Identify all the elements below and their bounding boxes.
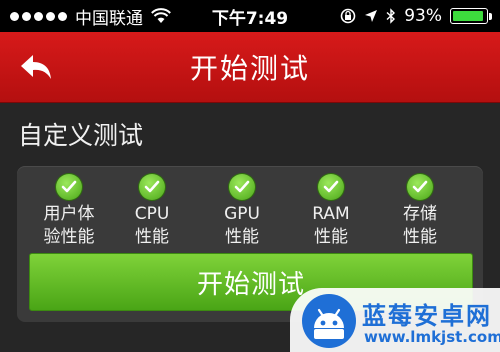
back-button[interactable]: [16, 51, 56, 83]
battery-icon: [450, 8, 492, 24]
status-time: 下午7:49: [211, 8, 289, 29]
carrier-name: 中国联通: [75, 8, 143, 29]
test-option-ram[interactable]: RAM 性能: [286, 174, 376, 249]
battery-percent: 93%: [404, 6, 442, 26]
test-option-cpu[interactable]: CPU 性能: [107, 174, 197, 249]
wifi-icon: [151, 8, 171, 23]
watermark-url: www.lmkjst.com: [364, 328, 500, 346]
checkmark-icon[interactable]: [318, 174, 344, 200]
page-title: 开始测试: [189, 52, 310, 85]
nav-header: 开始测试: [0, 32, 500, 103]
test-option-ux[interactable]: 用户体 验性能: [24, 174, 114, 249]
back-arrow-icon: [21, 55, 51, 79]
test-options-list: 用户体 验性能 CPU 性能 GPU 性能 RAM 性能 存储 性能: [17, 174, 483, 258]
location-icon: [365, 10, 378, 22]
site-watermark: 蓝莓安卓网 www.lmkjst.com: [290, 288, 500, 352]
status-left: 中国联通: [10, 4, 171, 29]
test-option-label: RAM 性能: [312, 204, 350, 247]
section-title: 自定义测试: [18, 121, 144, 150]
android-logo-icon: [302, 294, 356, 348]
test-option-label: 用户体 验性能: [43, 204, 95, 247]
checkmark-icon[interactable]: [229, 174, 255, 200]
status-bar: 中国联通 下午7:49 93%: [0, 0, 500, 32]
watermark-name: 蓝莓安卓网: [362, 302, 492, 330]
battery-fill: [453, 11, 483, 21]
rotation-lock-icon: [340, 8, 356, 24]
bluetooth-icon: [386, 8, 396, 24]
test-option-label: CPU 性能: [134, 204, 170, 247]
test-option-label: GPU 性能: [224, 204, 260, 247]
status-right: 93%: [340, 6, 492, 26]
test-option-gpu[interactable]: GPU 性能: [197, 174, 287, 249]
checkmark-icon[interactable]: [407, 174, 433, 200]
checkmark-icon[interactable]: [139, 174, 165, 200]
test-option-storage[interactable]: 存储 性能: [375, 174, 465, 249]
checkmark-icon[interactable]: [56, 174, 82, 200]
test-option-label: 存储 性能: [403, 204, 437, 247]
signal-strength-icon: [10, 11, 67, 21]
